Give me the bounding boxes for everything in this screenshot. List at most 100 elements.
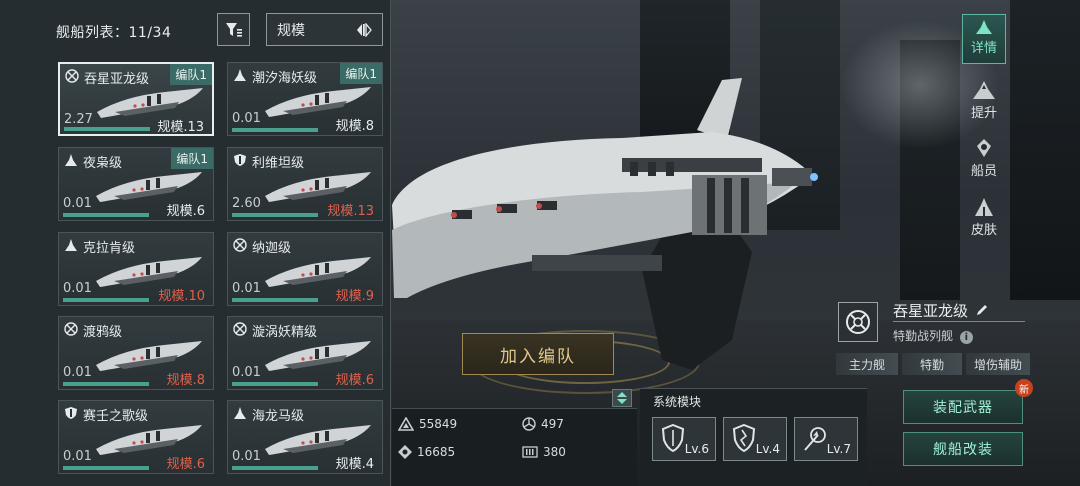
upgrade-icon: [973, 81, 995, 99]
system-module-slot[interactable]: Lv.6: [652, 417, 716, 461]
ship-card-progress-bar: [64, 127, 150, 131]
ship-card-cost: 0.01: [232, 449, 261, 464]
system-modules-panel: 系统模块 Lv.6 Lv.4 Lv.7: [640, 388, 867, 486]
ship-card-name: 克拉肯级: [83, 241, 136, 256]
ship-card-cost: 0.01: [63, 449, 92, 464]
crew-icon: [977, 139, 991, 157]
ship-card[interactable]: 纳迦级 0.01 规模.9: [227, 232, 383, 306]
tab-crew[interactable]: 船员: [962, 138, 1006, 179]
system-module-slot[interactable]: Lv.7: [794, 417, 858, 461]
ship-name-text: 吞星亚龙级: [893, 302, 969, 320]
tab-upgrade-label: 提升: [970, 106, 997, 121]
shield-icon: [64, 406, 78, 420]
new-badge: 新: [1015, 379, 1033, 397]
ship-card[interactable]: 赛壬之歌级 0.01 规模.6: [58, 400, 214, 474]
ship-card-name: 赛壬之歌级: [83, 409, 149, 424]
hull-icon: [398, 417, 414, 431]
tab-skin-label: 皮肤: [970, 223, 997, 238]
ship-card-name: 漩涡妖精级: [252, 325, 318, 340]
ship-card-name: 吞星亚龙级: [84, 72, 150, 87]
stat-armor-value: 497: [541, 417, 564, 431]
ship-card-cost: 0.01: [232, 365, 261, 380]
ship-card-cost: 2.27: [64, 112, 93, 127]
ship-class-emblem: [838, 302, 878, 342]
ship-card-progress-bar: [63, 382, 149, 386]
ship-card[interactable]: 夜枭级 编队1 0.01 规模.6: [58, 147, 214, 221]
ship-list-title: 舰船列表：11/34: [56, 25, 172, 41]
role-tag: 主力舰: [836, 353, 898, 375]
module-level: Lv.7: [826, 442, 851, 456]
tab-upgrade[interactable]: 提升: [962, 80, 1006, 121]
ship-card-cost: 2.60: [232, 196, 261, 211]
tab-details[interactable]: 详情: [962, 14, 1006, 64]
fleet-badge: 编队1: [340, 63, 382, 84]
ship-card-scale: 规模.6: [166, 204, 205, 219]
ship-card[interactable]: 渡鸦级 0.01 规模.8: [58, 316, 214, 390]
target-icon: [65, 69, 79, 83]
ship-card-scale: 规模.13: [327, 204, 374, 219]
ship-card-cost: 0.01: [232, 281, 261, 296]
target-icon: [846, 310, 870, 334]
role-tag: 特勤: [902, 353, 962, 375]
filter-icon: [225, 22, 242, 37]
stats-expand-toggle[interactable]: [612, 389, 632, 407]
sort-dropdown[interactable]: 规模: [266, 13, 383, 46]
ship-card-progress-bar: [63, 466, 149, 470]
ship-card[interactable]: 潮汐海妖级 编队1 0.01 规模.8: [227, 62, 383, 136]
ship-card-scale: 规模.9: [335, 289, 374, 304]
spike-icon: [233, 406, 247, 420]
stat-armor: 497: [522, 417, 564, 431]
ship-card[interactable]: 克拉肯级 0.01 规模.10: [58, 232, 214, 306]
system-module-slot[interactable]: Lv.4: [723, 417, 787, 461]
aperture-icon: [522, 417, 536, 431]
ship-card-scale: 规模.13: [157, 120, 204, 135]
ship-card[interactable]: 吞星亚龙级 编队1 2.27 规模.13: [58, 62, 214, 136]
ship-card-name: 潮汐海妖级: [252, 71, 318, 86]
info-icon[interactable]: i: [959, 331, 973, 344]
system-modules-title: 系统模块: [653, 395, 702, 409]
ship-card-scale: 规模.6: [335, 373, 374, 388]
ship-card[interactable]: 海龙马级 0.01 规模.4: [227, 400, 383, 474]
shield-core-icon: [398, 445, 412, 459]
ship-card[interactable]: 漩涡妖精级 0.01 规模.6: [227, 316, 383, 390]
edit-pencil-icon[interactable]: [976, 303, 989, 316]
ship-card-name: 海龙马级: [252, 409, 305, 424]
skin-icon: [975, 198, 993, 216]
ship-card-scale: 规模.10: [158, 289, 205, 304]
ship-type: 特勤战列舰 i: [893, 327, 973, 344]
stat-ammo: 380: [522, 445, 566, 459]
ship-card[interactable]: 利维坦级 2.60 规模.13: [227, 147, 383, 221]
target-icon: [233, 322, 247, 336]
stat-hp: 55849: [398, 417, 457, 431]
ship-card-scale: 规模.6: [166, 457, 205, 472]
cracked-shield-icon: [732, 424, 756, 452]
stat-shield: 16685: [398, 445, 455, 459]
ship-card-progress-bar: [63, 298, 149, 302]
stat-shield-value: 16685: [417, 445, 456, 459]
ship-card-progress-bar: [232, 213, 318, 217]
ship-card-scale: 规模.4: [335, 457, 374, 472]
stat-ammo-value: 380: [543, 445, 566, 459]
ship-card-cost: 0.01: [63, 281, 92, 296]
ship-modify-button[interactable]: 舰船改装: [903, 432, 1023, 466]
ship-card-scale: 规模.8: [166, 373, 205, 388]
add-to-fleet-button[interactable]: 加入编队: [462, 333, 614, 375]
spike-icon: [64, 238, 78, 252]
target-icon: [64, 322, 78, 336]
module-level: Lv.6: [684, 442, 709, 456]
filter-button[interactable]: [217, 13, 250, 46]
ship-card-progress-bar: [232, 466, 318, 470]
target-arrow-icon: [804, 427, 826, 451]
ship-details-icon: [976, 20, 992, 34]
ship-card-cost: 0.01: [232, 111, 261, 126]
role-tag: 增伤辅助: [966, 353, 1030, 375]
equip-weapon-button[interactable]: 装配武器: [903, 390, 1023, 424]
ship-card-progress-bar: [232, 298, 318, 302]
fleet-badge: 编队1: [171, 148, 213, 169]
tab-skin[interactable]: 皮肤: [962, 197, 1006, 238]
ship-card-progress-bar: [232, 128, 318, 132]
spike-icon: [233, 68, 247, 82]
ship-list-panel: 舰船列表：11/34 规模 吞星亚龙级 编队1 2.27 规模.13 潮汐海妖级 编队1 0…: [0, 0, 391, 486]
spike-icon: [64, 153, 78, 167]
ship-card-cost: 0.01: [63, 365, 92, 380]
